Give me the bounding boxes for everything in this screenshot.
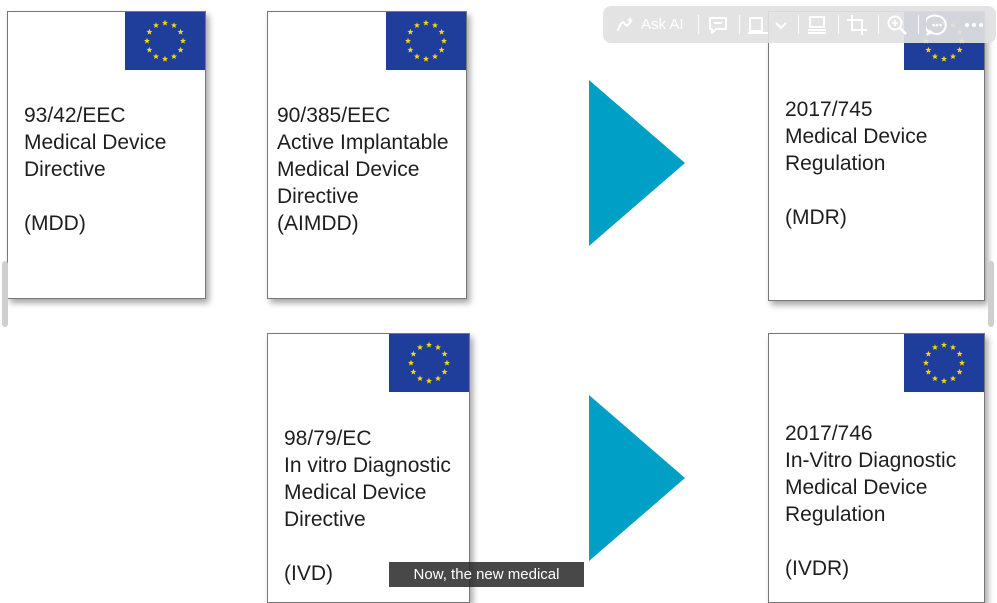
card-ivdr: 2017/746 In-Vitro Diagnostic Medical Dev… <box>768 333 985 603</box>
card-abbr: (MDD) <box>24 212 86 235</box>
more-options-button[interactable] <box>963 6 985 43</box>
ask-ai-button[interactable]: Ask AI <box>615 6 684 43</box>
card-line: 93/42/EEC <box>24 104 126 127</box>
card-line: Active Implantable <box>277 131 449 154</box>
card-line: Medical Device <box>785 476 928 499</box>
eu-flag-svg <box>386 12 466 70</box>
chat-button[interactable] <box>926 6 948 43</box>
comment-button[interactable] <box>707 6 729 43</box>
card-text: 90/385/EEC Active Implantable Medical De… <box>277 102 449 237</box>
card-text: 2017/745 Medical Device Regulation (MDR) <box>785 96 927 231</box>
card-line: In vitro Diagnostic <box>284 454 451 477</box>
eu-flag-svg <box>125 12 205 70</box>
align-icon <box>808 15 826 34</box>
more-icon <box>965 22 983 27</box>
card-line: In-Vitro Diagnostic <box>785 449 957 472</box>
crop-icon <box>847 14 867 35</box>
card-mdr: 2017/745 Medical Device Regulation (MDR) <box>768 11 985 301</box>
card-line: Medical Device <box>24 131 167 154</box>
card-mdd: 93/42/EEC Medical Device Directive (MDD) <box>7 11 206 299</box>
card-line: Regulation <box>785 152 886 175</box>
frame-button[interactable] <box>747 6 789 43</box>
zoom-in-icon <box>887 15 907 35</box>
card-line: 2017/745 <box>785 98 873 121</box>
arrow-right-icon <box>589 80 685 246</box>
toolbar-divider <box>838 15 839 34</box>
align-button[interactable] <box>806 6 828 43</box>
eu-flag-icon <box>125 12 205 70</box>
card-text: 2017/746 In-Vitro Diagnostic Medical Dev… <box>785 420 956 582</box>
card-line: Regulation <box>785 503 886 526</box>
card-line: Directive <box>24 158 106 181</box>
card-line: Medical Device <box>277 158 420 181</box>
card-line: 2017/746 <box>785 422 873 445</box>
scrollbar-left[interactable] <box>2 261 8 327</box>
arrow-right-icon <box>589 395 685 561</box>
card-line: (AIMDD) <box>277 212 359 235</box>
eu-flag-icon <box>386 12 466 70</box>
card-abbr: (IVDR) <box>785 557 850 580</box>
card-line: Medical Device <box>284 481 427 504</box>
eu-flag-icon <box>389 334 469 392</box>
toolbar-divider <box>739 15 740 34</box>
eu-flag-icon <box>904 334 984 392</box>
scrollbar-right[interactable] <box>988 261 994 327</box>
ask-ai-icon <box>617 16 633 31</box>
frame-icon <box>748 16 768 34</box>
video-caption: Now, the new medical <box>389 562 584 587</box>
card-aimdd: 90/385/EEC Active Implantable Medical De… <box>267 11 467 299</box>
toolbar-divider <box>698 15 699 34</box>
card-line: 98/79/EC <box>284 427 372 450</box>
toolbar-divider <box>798 15 799 34</box>
crop-button[interactable] <box>846 6 868 43</box>
image-toolbar: Ask AI <box>603 6 996 43</box>
card-text: 93/42/EEC Medical Device Directive (MDD) <box>24 102 166 237</box>
toolbar-divider <box>878 15 879 34</box>
card-line: Directive <box>284 508 366 531</box>
chat-icon <box>926 14 947 36</box>
toolbar-divider <box>918 15 919 34</box>
card-line: 90/385/EEC <box>277 104 391 127</box>
eu-flag-svg <box>904 334 984 392</box>
chevron-down-icon <box>775 21 787 29</box>
ask-ai-label: Ask AI <box>641 16 684 33</box>
card-line: Medical Device <box>785 125 928 148</box>
card-line: Directive <box>277 185 359 208</box>
card-abbr: (MDR) <box>785 206 847 229</box>
zoom-in-button[interactable] <box>886 6 908 43</box>
eu-flag-svg <box>389 334 469 392</box>
comment-icon <box>709 16 727 34</box>
